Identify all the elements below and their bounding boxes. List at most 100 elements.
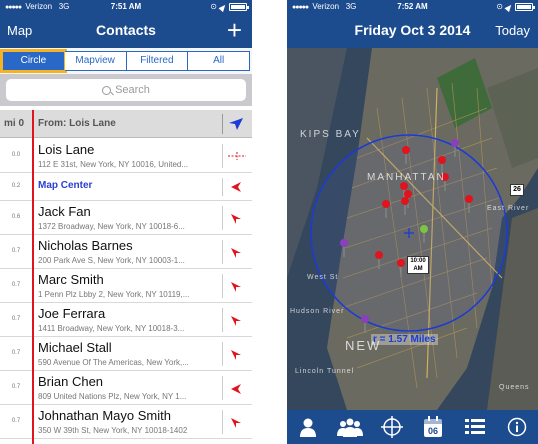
- direction-pointer-icon[interactable]: [231, 316, 241, 326]
- radius-label: r = 1.57 Miles: [371, 334, 438, 345]
- tab-person[interactable]: [293, 412, 323, 442]
- search-icon: [102, 85, 112, 95]
- list-item[interactable]: 0.7 Nicholas Barnes 200 Park Ave S, New …: [0, 235, 252, 269]
- navigation-arrow-icon[interactable]: [229, 118, 243, 130]
- direction-pointer-icon[interactable]: [231, 282, 241, 292]
- list-item[interactable]: 0.7 Brian Chen 809 United Nations Plz, N…: [0, 371, 252, 405]
- segment-circle[interactable]: Circle: [0, 49, 67, 73]
- time-tag[interactable]: 10:00 AM: [407, 256, 429, 274]
- contact-address: 1372 Broadway, New York, NY 10018-6...: [38, 222, 185, 231]
- tab-locate[interactable]: [377, 412, 407, 442]
- map-canvas: [287, 48, 538, 410]
- tab-calendar[interactable]: 06: [418, 412, 448, 442]
- map-label-west-street: West St: [307, 274, 339, 281]
- distance-scale-line: [32, 110, 34, 444]
- highway-shield: 26: [510, 184, 524, 196]
- distance-value: 0.6: [11, 214, 21, 220]
- info-icon: [507, 417, 527, 437]
- list-item[interactable]: 0.7 Michael Stall 590 Avenue Of The Amer…: [0, 337, 252, 371]
- contact-name: Johnathan Mayo Smith: [38, 408, 171, 423]
- add-contact-button[interactable]: +: [227, 15, 242, 45]
- distance-value: 0.7: [11, 384, 21, 390]
- segment-filtered[interactable]: Filtered: [126, 51, 189, 71]
- contact-address: 590 Avenue Of The Americas, New York,...: [38, 358, 189, 367]
- contact-address: 200 Park Ave S, New York, NY 10003-1...: [38, 256, 185, 265]
- filter-segmented-control: Circle Mapview Filtered All: [0, 48, 252, 74]
- direction-pointer-icon[interactable]: [231, 182, 241, 192]
- tab-info[interactable]: [502, 412, 532, 442]
- status-bar: ●●●●● Verizon 3G 7:52 AM ⊙: [287, 0, 538, 14]
- tab-group[interactable]: [335, 412, 365, 442]
- battery-icon: [515, 3, 535, 11]
- direction-pointer-icon[interactable]: [231, 384, 241, 394]
- rotation-lock-icon: ⊙: [210, 2, 217, 11]
- contacts-list: 0.0 Lois Lane 112 E 31st, New York, NY 1…: [0, 139, 252, 439]
- contact-name: Marc Smith: [38, 272, 104, 287]
- contact-name: Nicholas Barnes: [38, 238, 133, 253]
- distance-value: 0.7: [11, 418, 21, 424]
- nav-bar: Map Contacts +: [0, 14, 252, 48]
- contact-address: 1 Penn Plz Lbby 2, New York, NY 10119,..…: [38, 290, 190, 299]
- distance-value: 0.7: [11, 350, 21, 356]
- list-item[interactable]: 0.2 Map Center: [0, 173, 252, 201]
- map-screen: ●●●●● Verizon 3G 7:52 AM ⊙ Friday Oct 3 …: [287, 0, 538, 444]
- direction-pointer-icon[interactable]: [231, 418, 241, 428]
- status-bar: ●●●●● Verizon 3G 7:51 AM ⊙: [0, 0, 252, 14]
- contacts-screen: ●●●●● Verizon 3G 7:51 AM ⊙ Map Contacts …: [0, 0, 252, 444]
- search-placeholder: Search: [115, 84, 150, 96]
- contact-name: Jack Fan: [38, 204, 91, 219]
- tab-bar: 06: [287, 410, 538, 444]
- contact-address: 1411 Broadway, New York, NY 10018-3...: [38, 324, 185, 333]
- map-label-east-river: East River: [487, 205, 530, 212]
- list-item[interactable]: 0.7 Marc Smith 1 Penn Plz Lbby 2, New Yo…: [0, 269, 252, 303]
- list-item[interactable]: 0.6 Jack Fan 1372 Broadway, New York, NY…: [0, 201, 252, 235]
- nav-bar: Friday Oct 3 2014 Today: [287, 14, 538, 48]
- contact-address: 809 United Nations Plz, New York, NY 1..…: [38, 392, 187, 401]
- rotation-lock-icon: ⊙: [496, 2, 503, 11]
- contact-name: Joe Ferrara: [38, 306, 106, 321]
- today-button[interactable]: Today: [495, 23, 530, 38]
- contact-address: 350 W 39th St, New York, NY 10018-1402: [38, 426, 188, 435]
- distance-value: 0.7: [11, 282, 21, 288]
- page-title: Contacts: [96, 22, 156, 38]
- contact-address: 112 E 31st, New York, NY 10016, United..…: [38, 160, 189, 169]
- contacts-header: ●●●●● Verizon 3G 7:51 AM ⊙ Map Contacts …: [0, 0, 252, 48]
- distance-value: 0.7: [11, 316, 21, 322]
- calendar-day: 06: [428, 426, 438, 436]
- list-item[interactable]: 0.7 Johnathan Mayo Smith 350 W 39th St, …: [0, 405, 252, 439]
- map-label-kips-bay: KIPS BAY: [300, 129, 361, 140]
- crosshair-icon: [380, 416, 403, 438]
- map-label-queens: Queens: [499, 384, 530, 391]
- tab-list[interactable]: [460, 412, 490, 442]
- group-icon: [336, 418, 363, 437]
- map-header: ●●●●● Verizon 3G 7:52 AM ⊙ Friday Oct 3 …: [287, 0, 538, 48]
- map-label-manhattan: MANHATTAN: [367, 172, 446, 183]
- map-label-lincoln: Lincoln Tunnel: [295, 368, 355, 375]
- battery-icon: [229, 3, 249, 11]
- direction-pointer-icon[interactable]: [231, 248, 241, 258]
- search-input[interactable]: Search: [6, 79, 246, 101]
- contact-name: Michael Stall: [38, 340, 112, 355]
- person-icon: [299, 418, 316, 437]
- map-center-label: Map Center: [38, 180, 93, 191]
- location-icon: [504, 2, 514, 12]
- distance-value: 0.0: [11, 152, 21, 158]
- contact-name: Lois Lane: [38, 142, 95, 157]
- map-view[interactable]: KIPS BAY MANHATTAN NEW East River Hudson…: [287, 48, 538, 410]
- column-header: mi 0 From: Lois Lane: [0, 110, 252, 138]
- distance-value: 0.7: [11, 248, 21, 254]
- contact-name: Brian Chen: [38, 374, 104, 389]
- search-bar: Search: [0, 74, 252, 106]
- segment-mapview[interactable]: Mapview: [64, 51, 127, 71]
- crosshair-icon[interactable]: [228, 150, 246, 162]
- direction-pointer-icon[interactable]: [231, 350, 241, 360]
- list-item[interactable]: 0.0 Lois Lane 112 E 31st, New York, NY 1…: [0, 139, 252, 173]
- distance-column-label: mi 0: [4, 118, 25, 129]
- from-label: From: Lois Lane: [38, 118, 116, 129]
- list-icon: [465, 419, 486, 434]
- location-icon: [218, 2, 228, 12]
- segment-all[interactable]: All: [188, 51, 250, 71]
- calendar-icon: 06: [424, 416, 443, 437]
- direction-pointer-icon[interactable]: [231, 214, 241, 224]
- list-item[interactable]: 0.7 Joe Ferrara 1411 Broadway, New York,…: [0, 303, 252, 337]
